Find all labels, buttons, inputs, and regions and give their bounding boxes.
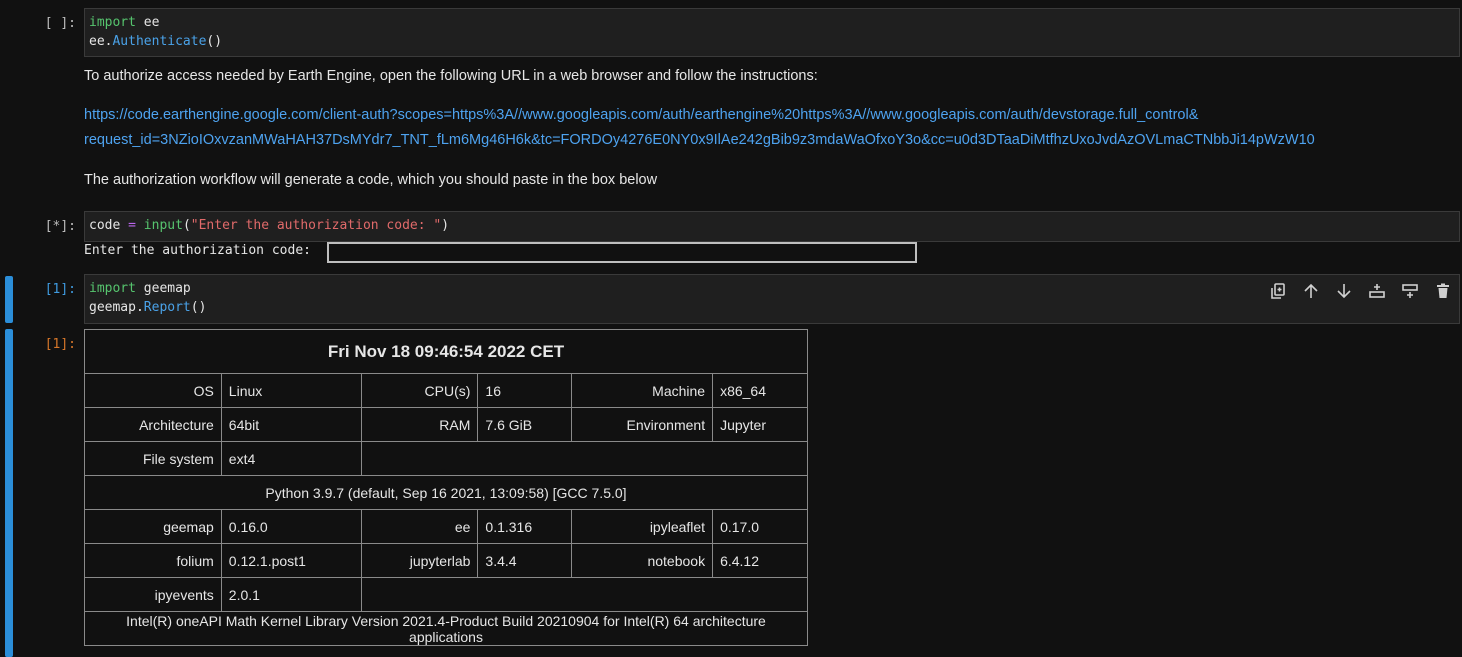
code-token: ( [182,218,191,233]
move-down-icon[interactable] [1334,281,1354,301]
report-value: 64bit [220,407,362,442]
report-empty-cell [360,441,809,476]
authorization-code-input[interactable] [327,242,917,263]
report-value: 0.17.0 [712,509,808,544]
report-value: 2.0.1 [220,577,362,612]
code-token: Authenticate [112,33,207,49]
code-token: ee [135,15,160,30]
table-row: Python 3.9.7 (default, Sep 16 2021, 13:0… [84,475,808,510]
report-value: ext4 [220,441,362,476]
cell-toolbar [1268,281,1453,301]
code-line: code = input("Enter the authorization co… [89,217,1455,236]
report-key: ee [360,509,479,544]
code-token: = [128,218,136,233]
code-token: geemap. [89,299,144,315]
report-value: 3.4.4 [477,543,573,578]
report-empty-cell [360,577,809,612]
table-row: OS Linux CPU(s) 16 Machine x86_64 [84,373,808,408]
auth-url-link-line2[interactable]: request_id=3NZioIOxvzanMWaHAH37DsMYdr7_T… [84,132,1315,148]
table-row: folium 0.12.1.post1 jupyterlab 3.4.4 not… [84,543,808,578]
table-row: geemap 0.16.0 ee 0.1.316 ipyleaflet 0.17… [84,509,808,544]
code-token: input [143,218,183,233]
cell-2-code-editor[interactable]: code = input("Enter the authorization co… [84,211,1460,242]
cell-1-code-editor[interactable]: import ee ee.Authenticate() [84,8,1460,57]
report-value: 6.4.12 [712,543,808,578]
report-title: Fri Nov 18 09:46:54 2022 CET [84,329,808,374]
duplicate-icon[interactable] [1268,281,1288,301]
report-value: x86_64 [712,373,808,408]
report-key: ipyleaflet [571,509,714,544]
code-line: ee.Authenticate() [89,33,1455,52]
cell-1-prompt: [ ]: [44,16,76,31]
report-mkl-info: Intel(R) oneAPI Math Kernel Library Vers… [84,611,808,646]
code-token: "Enter the authorization code: " [190,218,442,233]
input-prompt-label: Enter the authorization code: [84,243,311,258]
code-token: ee. [89,33,113,49]
code-line: import geemap [89,280,1455,299]
cell-3-code-editor[interactable]: import geemap geemap.Report() [84,274,1460,324]
code-token: geemap [135,281,191,296]
report-key: notebook [571,543,714,578]
cell-3-selection-bar[interactable] [5,276,13,323]
geemap-report-table: Fri Nov 18 09:46:54 2022 CET OS Linux CP… [84,329,809,646]
code-token: () [190,299,207,315]
report-value: Linux [220,373,362,408]
move-up-icon[interactable] [1301,281,1321,301]
input-prompt-row: Enter the authorization code: [84,243,311,258]
auth-intro-text: To authorize access needed by Earth Engi… [84,68,818,84]
report-key: jupyterlab [360,543,479,578]
report-key: Environment [571,407,714,442]
report-key: Architecture [84,407,222,442]
table-row: File system ext4 [84,441,809,476]
report-value: Jupyter [712,407,808,442]
report-key: ipyevents [84,577,222,612]
report-key: folium [84,543,222,578]
auth-outro-text: The authorization workflow will generate… [84,172,658,188]
report-value: 7.6 GiB [477,407,573,442]
report-key: CPU(s) [360,373,479,408]
table-row: Architecture 64bit RAM 7.6 GiB Environme… [84,407,808,442]
cell-2-prompt: [*]: [44,219,76,234]
cell-3-prompt: [1]: [44,282,76,297]
output-selection-bar[interactable] [5,329,13,657]
report-key: Machine [571,373,714,408]
report-value: 16 [477,373,573,408]
table-row: Intel(R) oneAPI Math Kernel Library Vers… [84,611,808,646]
output-prompt: [1]: [44,337,76,352]
code-token: code [89,218,129,233]
code-line: import ee [89,14,1455,33]
code-token: Report [143,299,191,315]
table-row: ipyevents 2.0.1 [84,577,809,612]
code-token: import [89,281,136,296]
code-token: () [206,33,223,49]
report-key: geemap [84,509,222,544]
report-value: 0.16.0 [220,509,362,544]
report-value: 0.12.1.post1 [220,543,362,578]
delete-icon[interactable] [1433,281,1453,301]
report-value: 0.1.316 [477,509,573,544]
report-key: File system [84,441,222,476]
report-key: RAM [360,407,479,442]
code-token: import [89,15,136,30]
insert-above-icon[interactable] [1367,281,1387,301]
auth-url-link-line1[interactable]: https://code.earthengine.google.com/clie… [84,107,1198,123]
code-line: geemap.Report() [89,299,1455,318]
report-key: OS [84,373,222,408]
code-token: ) [441,218,450,233]
insert-below-icon[interactable] [1400,281,1420,301]
report-python-version: Python 3.9.7 (default, Sep 16 2021, 13:0… [84,475,808,510]
